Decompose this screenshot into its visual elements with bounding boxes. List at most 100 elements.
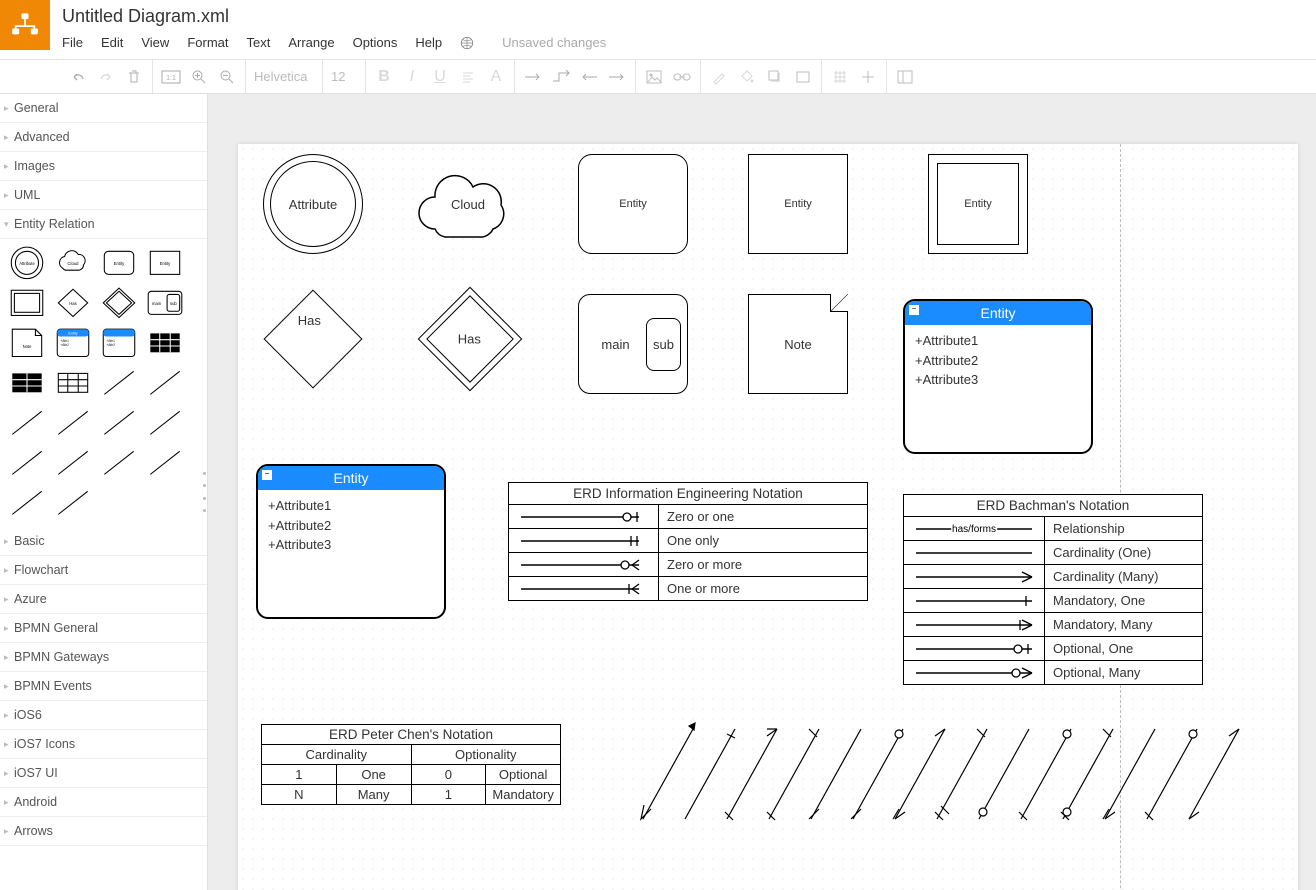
arrow-right-icon[interactable] [523, 67, 543, 87]
redo-icon[interactable] [96, 67, 116, 87]
stroke-color-icon[interactable] [709, 67, 729, 87]
thumb-note[interactable]: Note [6, 325, 48, 361]
grid-icon[interactable] [830, 67, 850, 87]
thumb-line5[interactable] [98, 405, 140, 441]
canvas-wrap[interactable]: Attribute Cloud Entity Entity Entity Has… [208, 94, 1316, 890]
thumb-attribute[interactable]: Attribute [6, 245, 48, 281]
menu-edit[interactable]: Edit [101, 35, 123, 50]
thumb-line7[interactable] [6, 445, 48, 481]
thumb-entity-card2[interactable]: +Attr1+Attr2 [98, 325, 140, 361]
image-icon[interactable] [644, 67, 664, 87]
thumb-entity-round[interactable]: Entity [98, 245, 140, 281]
link-icon[interactable] [672, 67, 692, 87]
erd-bach-table[interactable]: ERD Bachman's Notation has/forms Relatio… [903, 494, 1203, 685]
shape-entity-round[interactable]: Entity [578, 154, 688, 254]
shape-entity-card[interactable]: −Entity +Attribute1 +Attribute2 +Attribu… [903, 299, 1093, 454]
sidebar-cat-images[interactable]: Images [0, 152, 207, 181]
thumb-line1[interactable] [98, 365, 140, 401]
delete-icon[interactable] [124, 67, 144, 87]
shape-has[interactable]: Has [278, 304, 348, 374]
sidebar-cat-flowchart[interactable]: Flowchart [0, 556, 207, 585]
outline-icon[interactable] [895, 67, 915, 87]
sidebar-cat-ios7-ui[interactable]: iOS7 UI [0, 759, 207, 788]
font-color-icon[interactable]: A [486, 67, 506, 87]
menu-format[interactable]: Format [187, 35, 228, 50]
arrow-right2-icon[interactable] [607, 67, 627, 87]
thumb-entity-double[interactable] [6, 285, 48, 321]
fill-color-icon[interactable] [737, 67, 757, 87]
align-icon[interactable] [458, 67, 478, 87]
undo-icon[interactable] [68, 67, 88, 87]
sidebar-cat-bpmn-gateways[interactable]: BPMN Gateways [0, 643, 207, 672]
thumb-line3[interactable] [6, 405, 48, 441]
shape-mainsub[interactable]: main sub [578, 294, 688, 394]
actual-size-icon[interactable]: 1:1 [161, 67, 181, 87]
thumb-line8[interactable] [52, 445, 94, 481]
shape-entity-square[interactable]: Entity [748, 154, 848, 254]
thumb-line10[interactable] [144, 445, 186, 481]
zoom-in-icon[interactable] [189, 67, 209, 87]
font-select[interactable]: Helvetica [254, 69, 314, 84]
menu-help[interactable]: Help [415, 35, 442, 50]
thumb-line12[interactable] [52, 485, 94, 521]
sidebar-cat-ios7-icons[interactable]: iOS7 Icons [0, 730, 207, 759]
note-fold-icon [830, 294, 848, 312]
arrow-samples[interactable] [633, 724, 1273, 834]
thumb-mainsub[interactable]: mainsub [144, 285, 186, 321]
collapse-icon[interactable]: − [262, 470, 272, 480]
globe-icon[interactable] [460, 36, 474, 50]
thumb-line2[interactable] [144, 365, 186, 401]
doc-title[interactable]: Untitled Diagram.xml [62, 0, 606, 27]
thumb-has-double[interactable] [98, 285, 140, 321]
thumb-has[interactable]: Has [52, 285, 94, 321]
menu-view[interactable]: View [141, 35, 169, 50]
shape-entity-card2[interactable]: −Entity +Attribute1 +Attribute2 +Attribu… [256, 464, 446, 619]
shape-has-double[interactable]: Has [433, 302, 507, 376]
sidebar-cat-basic[interactable]: Basic [0, 527, 207, 556]
shape-note[interactable]: Note [748, 294, 848, 394]
thumb-entity-square[interactable]: Entity [144, 245, 186, 281]
sidebar-cat-ios6[interactable]: iOS6 [0, 701, 207, 730]
sidebar-cat-bpmn-general[interactable]: BPMN General [0, 614, 207, 643]
bold-icon[interactable]: B [374, 67, 394, 87]
logo-icon [0, 0, 50, 50]
thumb-line4[interactable] [52, 405, 94, 441]
erd-chen-table[interactable]: ERD Peter Chen's Notation Cardinality Op… [261, 724, 561, 805]
shadow-icon[interactable] [765, 67, 785, 87]
guides-icon[interactable] [858, 67, 878, 87]
shape-cloud[interactable]: Cloud [413, 159, 523, 249]
sidebar-cat-advanced[interactable]: Advanced [0, 123, 207, 152]
thumb-table-light[interactable] [52, 365, 94, 401]
arrow-left-icon[interactable] [579, 67, 599, 87]
menu-options[interactable]: Options [353, 35, 398, 50]
shape-entity-double[interactable]: Entity [928, 154, 1028, 254]
sidebar-cat-azure[interactable]: Azure [0, 585, 207, 614]
waypoint-icon[interactable] [551, 67, 571, 87]
thumb-entity-card[interactable]: Entity+Attr1+Attr2 [52, 325, 94, 361]
thumb-table-dark2[interactable] [6, 365, 48, 401]
sidebar-cat-entity-relation[interactable]: Entity Relation [0, 210, 207, 239]
sidebar-cat-android[interactable]: Android [0, 788, 207, 817]
shape-attribute[interactable]: Attribute [263, 154, 363, 254]
sidebar-cat-general[interactable]: General [0, 94, 207, 123]
zoom-out-icon[interactable] [217, 67, 237, 87]
menu-arrange[interactable]: Arrange [288, 35, 334, 50]
erd-ie-table[interactable]: ERD Information Engineering Notation Zer… [508, 482, 868, 601]
thumb-cloud[interactable]: Cloud [52, 245, 94, 281]
rect-icon[interactable] [793, 67, 813, 87]
menu-file[interactable]: File [62, 35, 83, 50]
sidebar-resizer[interactable] [203, 472, 207, 512]
canvas[interactable]: Attribute Cloud Entity Entity Entity Has… [238, 144, 1298, 890]
sidebar-cat-arrows[interactable]: Arrows [0, 817, 207, 846]
thumb-table-dark[interactable] [144, 325, 186, 361]
sidebar-cat-bpmn-events[interactable]: BPMN Events [0, 672, 207, 701]
underline-icon[interactable]: U [430, 67, 450, 87]
thumb-line11[interactable] [6, 485, 48, 521]
font-size[interactable]: 12 [331, 69, 357, 84]
thumb-line9[interactable] [98, 445, 140, 481]
collapse-icon[interactable]: − [909, 305, 919, 315]
sidebar-cat-uml[interactable]: UML [0, 181, 207, 210]
menu-text[interactable]: Text [246, 35, 270, 50]
thumb-line6[interactable] [144, 405, 186, 441]
italic-icon[interactable]: I [402, 67, 422, 87]
